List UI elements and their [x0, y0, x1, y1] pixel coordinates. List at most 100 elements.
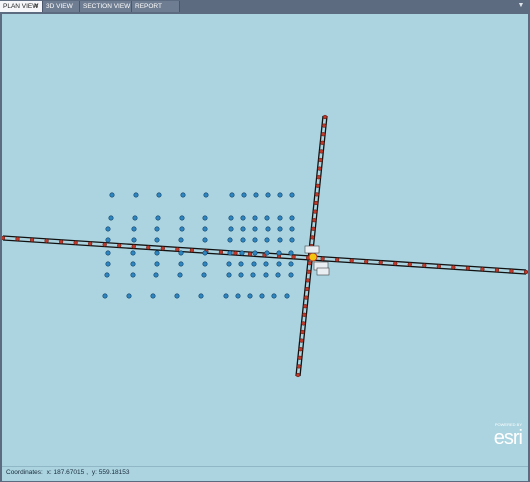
grid-point[interactable] — [109, 192, 115, 198]
grid-point[interactable] — [154, 261, 160, 267]
grid-point[interactable] — [252, 226, 258, 232]
grid-point[interactable] — [102, 293, 108, 299]
grid-point[interactable] — [105, 261, 111, 267]
grid-point[interactable] — [247, 293, 253, 299]
tab-report-view[interactable]: REPORT VIEW — [132, 1, 180, 21]
sample-node[interactable] — [322, 114, 328, 120]
grid-point[interactable] — [253, 192, 259, 198]
grid-point[interactable] — [180, 192, 186, 198]
grid-point[interactable] — [252, 237, 258, 243]
sample-node[interactable] — [321, 123, 327, 128]
grid-point[interactable] — [289, 226, 295, 232]
grid-point[interactable] — [276, 261, 282, 267]
grid-point[interactable] — [288, 250, 294, 256]
grid-point[interactable] — [174, 293, 180, 299]
grid-point[interactable] — [153, 272, 159, 278]
sample-node[interactable] — [304, 286, 310, 292]
grid-point[interactable] — [284, 293, 290, 299]
sample-node[interactable] — [436, 264, 441, 269]
grid-point[interactable] — [202, 261, 208, 267]
sample-node[interactable] — [320, 140, 325, 145]
grid-point[interactable] — [202, 215, 208, 221]
map-canvas[interactable]: POWERED BY esri — [2, 14, 528, 466]
grid-point[interactable] — [240, 215, 246, 221]
sample-node[interactable] — [393, 261, 398, 266]
grid-point[interactable] — [271, 293, 277, 299]
close-icon[interactable]: ✕ — [33, 1, 39, 12]
grid-point[interactable] — [263, 272, 269, 278]
grid-point[interactable] — [202, 226, 208, 232]
sample-node[interactable] — [303, 295, 309, 300]
sample-node[interactable] — [2, 235, 6, 241]
grid-point[interactable] — [178, 261, 184, 267]
grid-point[interactable] — [178, 250, 184, 256]
sample-node[interactable] — [295, 372, 301, 378]
chevron-down-icon[interactable]: ▼ — [516, 1, 526, 11]
grid-point[interactable] — [131, 237, 137, 243]
grid-point[interactable] — [105, 226, 111, 232]
sample-node[interactable] — [301, 321, 306, 326]
sample-node[interactable] — [302, 312, 307, 317]
grid-point[interactable] — [276, 250, 282, 256]
collar-box[interactable] — [304, 245, 320, 254]
grid-point[interactable] — [238, 272, 244, 278]
grid-point[interactable] — [277, 237, 283, 243]
grid-point[interactable] — [154, 226, 160, 232]
sample-node[interactable] — [189, 248, 195, 253]
sample-node[interactable] — [509, 268, 514, 274]
sample-node[interactable] — [315, 183, 320, 188]
grid-point[interactable] — [150, 293, 156, 299]
sample-node[interactable] — [298, 347, 303, 352]
tab-3d-view[interactable]: 3D VIEW — [43, 1, 80, 12]
collar-box[interactable] — [316, 267, 330, 276]
grid-point[interactable] — [240, 226, 246, 232]
grid-point[interactable] — [156, 192, 162, 198]
sample-node[interactable] — [312, 218, 317, 223]
tab-plan-view[interactable]: PLAN VIEW ✕ — [0, 1, 43, 12]
grid-point[interactable] — [130, 261, 136, 267]
grid-point[interactable] — [252, 250, 258, 256]
grid-point[interactable] — [104, 272, 110, 278]
sample-node[interactable] — [319, 149, 324, 154]
sample-node[interactable] — [465, 266, 471, 271]
sample-node[interactable] — [299, 338, 304, 343]
map-drawing[interactable] — [2, 14, 528, 466]
sample-node[interactable] — [317, 166, 322, 171]
sample-node[interactable] — [318, 157, 323, 163]
sample-node[interactable] — [480, 267, 485, 272]
grid-point[interactable] — [198, 293, 204, 299]
grid-point[interactable] — [227, 237, 233, 243]
sample-node[interactable] — [349, 258, 354, 263]
sample-node[interactable] — [321, 132, 326, 137]
grid-point[interactable] — [154, 237, 160, 243]
grid-point[interactable] — [202, 250, 208, 256]
grid-point[interactable] — [228, 226, 234, 232]
sample-node[interactable] — [378, 260, 383, 265]
sample-node[interactable] — [494, 267, 500, 273]
sample-node[interactable] — [320, 256, 325, 261]
grid-point[interactable] — [130, 250, 136, 256]
grid-point[interactable] — [130, 272, 136, 278]
grid-point[interactable] — [227, 250, 233, 256]
sample-node[interactable] — [297, 355, 302, 360]
tab-section-view[interactable]: SECTION VIEW — [80, 1, 132, 12]
sample-node[interactable] — [218, 250, 224, 255]
grid-point[interactable] — [238, 261, 244, 267]
grid-point[interactable] — [277, 192, 283, 198]
sample-node[interactable] — [334, 257, 340, 262]
sample-node[interactable] — [523, 269, 528, 275]
grid-point[interactable] — [264, 237, 270, 243]
sample-node[interactable] — [306, 269, 311, 274]
grid-point[interactable] — [202, 237, 208, 243]
grid-point[interactable] — [154, 250, 160, 256]
grid-point[interactable] — [108, 215, 114, 221]
grid-point[interactable] — [241, 192, 247, 198]
grid-point[interactable] — [289, 215, 295, 221]
sample-node[interactable] — [233, 250, 238, 256]
sample-node[interactable] — [44, 238, 49, 243]
grid-point[interactable] — [288, 261, 294, 267]
grid-point[interactable] — [201, 272, 207, 278]
grid-point[interactable] — [264, 250, 270, 256]
grid-point[interactable] — [131, 226, 137, 232]
grid-point[interactable] — [203, 192, 209, 198]
